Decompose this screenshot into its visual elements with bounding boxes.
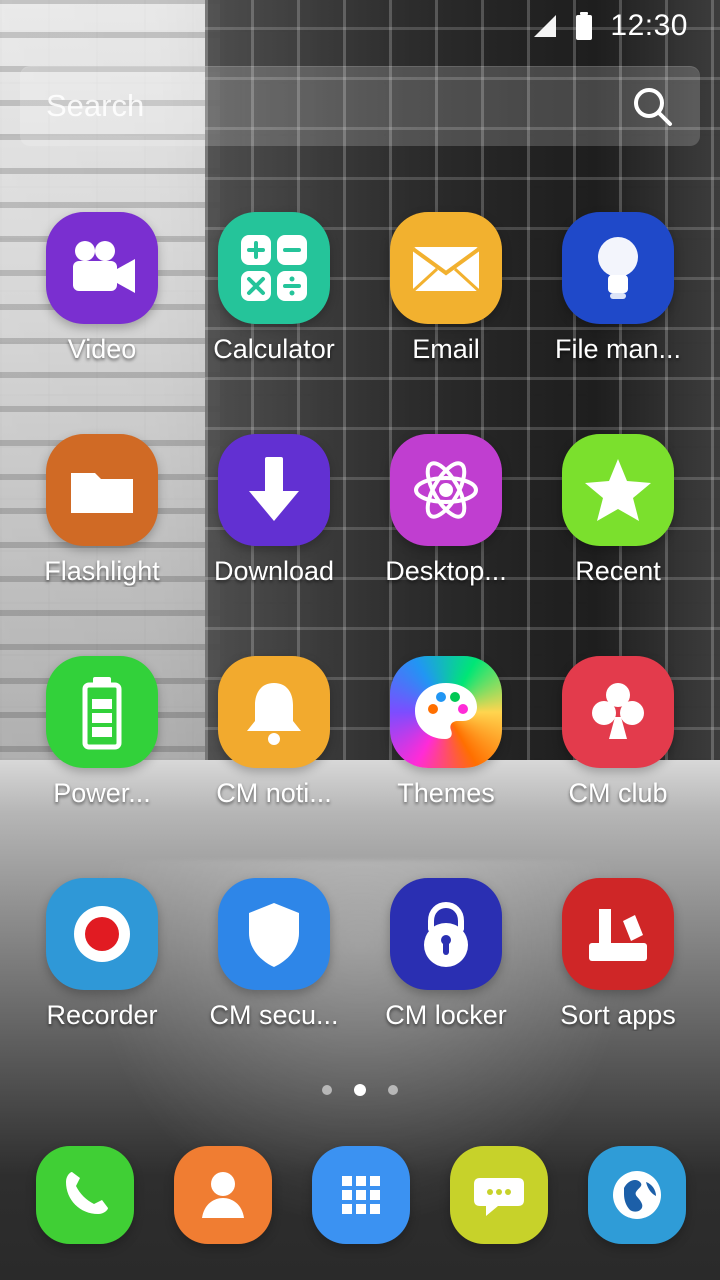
download-arrow-icon <box>249 457 299 521</box>
bell-icon <box>247 683 301 745</box>
phone-icon <box>66 1172 108 1214</box>
app-label: File man... <box>554 334 682 364</box>
app-label: Flashlight <box>44 556 160 586</box>
app-icon-tile[interactable] <box>390 878 502 990</box>
dock-icon-tile[interactable] <box>174 1146 272 1244</box>
envelope-icon <box>411 247 481 293</box>
app-label: Video <box>67 334 137 364</box>
lightbulb-icon <box>598 237 638 299</box>
app-themes[interactable]: Themes <box>360 656 532 809</box>
globe-icon <box>613 1171 661 1219</box>
chat-bubble-icon <box>474 1178 524 1216</box>
app-icon-tile[interactable] <box>218 656 330 768</box>
app-video[interactable]: Video <box>16 212 188 365</box>
app-label: Power... <box>53 778 151 808</box>
app-icon-tile[interactable] <box>218 212 330 324</box>
padlock-icon <box>424 901 468 967</box>
app-icon-tile[interactable] <box>218 434 330 546</box>
page-dot-active[interactable] <box>354 1084 366 1096</box>
app-icon-tile[interactable] <box>46 434 158 546</box>
page-indicator <box>0 1084 720 1096</box>
dock-app-drawer[interactable] <box>301 1146 421 1244</box>
app-label: CM noti... <box>216 778 332 808</box>
app-label: Recorder <box>46 1000 158 1030</box>
app-label: Recent <box>575 556 661 586</box>
dock-icon-tile[interactable] <box>450 1146 548 1244</box>
dock-messages[interactable] <box>439 1146 559 1244</box>
app-icon-tile[interactable] <box>46 878 158 990</box>
calculator-icon <box>241 235 307 301</box>
battery-icon <box>82 677 122 750</box>
app-email[interactable]: Email <box>360 212 532 365</box>
app-cm-locker[interactable]: CM locker <box>360 878 532 1031</box>
battery-status-icon <box>576 12 593 40</box>
shield-icon <box>249 903 299 967</box>
dock <box>0 1146 720 1246</box>
app-label: Desktop... <box>385 556 507 586</box>
dock-icon-tile[interactable] <box>588 1146 686 1244</box>
app-cm-security[interactable]: CM secu... <box>188 878 360 1031</box>
atom-icon <box>414 461 478 519</box>
grid-icon <box>342 1176 380 1214</box>
search-icon[interactable] <box>630 84 674 128</box>
app-recent[interactable]: Recent <box>532 434 704 587</box>
page-dot[interactable] <box>388 1085 398 1095</box>
app-icon-tile[interactable] <box>218 878 330 990</box>
app-label: Download <box>213 556 335 586</box>
app-icon-tile[interactable] <box>390 212 502 324</box>
app-cm-notify[interactable]: CM noti... <box>188 656 360 809</box>
app-icon-tile[interactable] <box>46 212 158 324</box>
app-desktop[interactable]: Desktop... <box>360 434 532 587</box>
search-bar[interactable]: Search <box>20 66 700 146</box>
app-icon-tile[interactable] <box>562 656 674 768</box>
app-label: Calculator <box>213 334 335 364</box>
app-download[interactable]: Download <box>188 434 360 587</box>
record-icon <box>74 906 130 962</box>
status-bar: 12:30 <box>0 0 720 52</box>
app-sort-apps[interactable]: Sort apps <box>532 878 704 1031</box>
app-label: CM locker <box>385 1000 507 1030</box>
page-dot[interactable] <box>322 1085 332 1095</box>
star-icon <box>585 459 651 521</box>
app-cm-club[interactable]: CM club <box>532 656 704 809</box>
app-label: CM club <box>568 778 668 808</box>
app-label: CM secu... <box>209 1000 339 1030</box>
signal-icon <box>534 15 557 37</box>
folder-icon <box>71 473 133 513</box>
status-time: 12:30 <box>610 9 688 42</box>
palette-icon <box>415 683 477 739</box>
app-icon-tile[interactable] <box>562 878 674 990</box>
app-icon-tile[interactable] <box>562 212 674 324</box>
app-icon-tile[interactable] <box>562 434 674 546</box>
app-power[interactable]: Power... <box>16 656 188 809</box>
app-flashlight[interactable]: Flashlight <box>16 434 188 587</box>
dock-icon-tile[interactable] <box>312 1146 410 1244</box>
dock-browser[interactable] <box>577 1146 697 1244</box>
app-label: Email <box>412 334 480 364</box>
app-label: Sort apps <box>560 1000 676 1030</box>
search-placeholder[interactable]: Search <box>46 88 630 124</box>
app-label: Themes <box>397 778 495 808</box>
app-icon-tile[interactable] <box>46 656 158 768</box>
app-file-manager[interactable]: File man... <box>532 212 704 365</box>
contact-icon <box>202 1172 244 1218</box>
dock-contacts[interactable] <box>163 1146 283 1244</box>
app-icon-tile[interactable] <box>390 434 502 546</box>
sort-apps-icon <box>589 909 647 961</box>
app-calculator[interactable]: Calculator <box>188 212 360 365</box>
dock-icon-tile[interactable] <box>36 1146 134 1244</box>
app-recorder[interactable]: Recorder <box>16 878 188 1031</box>
dock-phone[interactable] <box>25 1146 145 1244</box>
video-camera-icon <box>73 241 135 293</box>
club-icon <box>592 683 644 739</box>
app-icon-tile[interactable] <box>390 656 502 768</box>
